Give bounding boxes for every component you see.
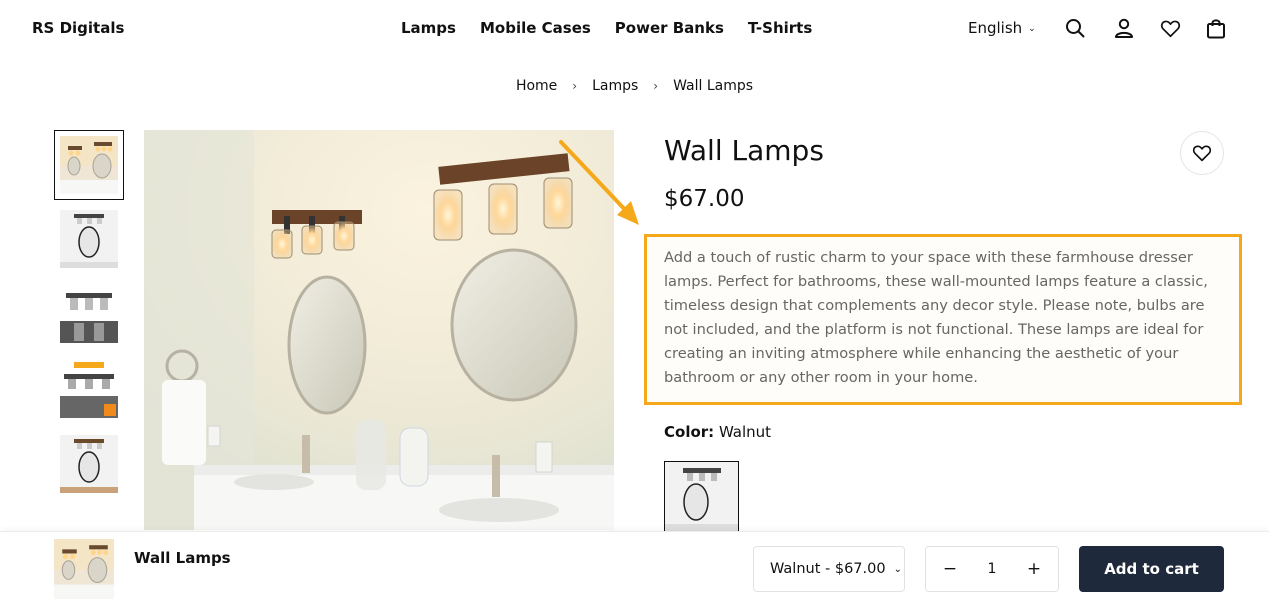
product-description: Add a touch of rustic charm to your spac… (664, 249, 1208, 386)
wishlist-icon[interactable] (1159, 17, 1181, 39)
chevron-right-icon: › (653, 79, 659, 93)
chevron-right-icon: › (572, 79, 578, 93)
site-header: RS Digitals Lamps Mobile Cases Power Ban… (0, 0, 1269, 58)
quantity-stepper: − + (925, 546, 1059, 592)
color-value: Walnut (718, 423, 772, 441)
color-label: Color: (664, 423, 715, 441)
thumbnail-4[interactable] (54, 354, 124, 424)
nav-item-mobile-cases[interactable]: Mobile Cases (480, 19, 591, 37)
main-nav: Lamps Mobile Cases Power Banks T-Shirts (401, 19, 836, 37)
nav-item-t-shirts[interactable]: T-Shirts (748, 19, 812, 37)
increase-quantity-button[interactable]: + (1024, 559, 1044, 579)
sticky-product-thumbnail (54, 539, 114, 599)
language-selector[interactable]: English ⌄ (968, 19, 1036, 37)
heart-icon (1192, 145, 1212, 162)
quantity-input[interactable] (977, 561, 1007, 577)
thumbnail-image (60, 136, 118, 194)
add-to-cart-button[interactable]: Add to cart (1079, 546, 1224, 592)
add-to-wishlist-button[interactable] (1180, 131, 1224, 175)
product-price: $67.00 (664, 186, 745, 212)
brand-logo[interactable]: RS Digitals (32, 19, 124, 37)
chevron-down-icon: ⌄ (893, 563, 902, 575)
product-title: Wall Lamps (664, 134, 824, 167)
thumbnail-image (60, 285, 118, 343)
thumbnail-5[interactable] (54, 429, 124, 499)
breadcrumb-lamps[interactable]: Lamps (592, 78, 638, 94)
nav-item-power-banks[interactable]: Power Banks (615, 19, 724, 37)
thumbnail-gallery (54, 130, 124, 530)
thumbnail-image (60, 510, 118, 530)
variant-select[interactable]: Walnut - $67.00 ⌄ (753, 546, 905, 592)
nav-item-lamps[interactable]: Lamps (401, 19, 456, 37)
sticky-product-title: Wall Lamps (134, 549, 231, 567)
thumbnail-2[interactable] (54, 204, 124, 274)
thumbnail-6[interactable] (54, 504, 124, 530)
variant-select-value: Walnut - $67.00 (770, 561, 886, 577)
chevron-down-icon: ⌄ (1028, 24, 1036, 34)
color-swatch-walnut[interactable] (664, 461, 739, 533)
cart-icon[interactable] (1205, 17, 1227, 39)
thumbnail-1[interactable] (54, 130, 124, 200)
main-product-image[interactable] (144, 130, 614, 530)
thumbnail-image (60, 360, 118, 418)
breadcrumb: Home › Lamps › Wall Lamps (0, 78, 1269, 94)
breadcrumb-home[interactable]: Home (516, 78, 557, 94)
annotation-arrow-icon (559, 140, 639, 225)
language-label: English (968, 19, 1023, 37)
sticky-add-to-cart-bar: Wall Lamps Walnut - $67.00 ⌄ − + Add to … (0, 531, 1269, 600)
thumbnail-image (60, 435, 118, 493)
breadcrumb-current: Wall Lamps (673, 78, 754, 94)
thumbnail-image (60, 210, 118, 268)
color-option-label: Color: Walnut (664, 423, 771, 441)
search-icon[interactable] (1064, 17, 1086, 39)
account-icon[interactable] (1113, 17, 1135, 39)
thumbnail-3[interactable] (54, 279, 124, 349)
decrease-quantity-button[interactable]: − (940, 559, 960, 579)
